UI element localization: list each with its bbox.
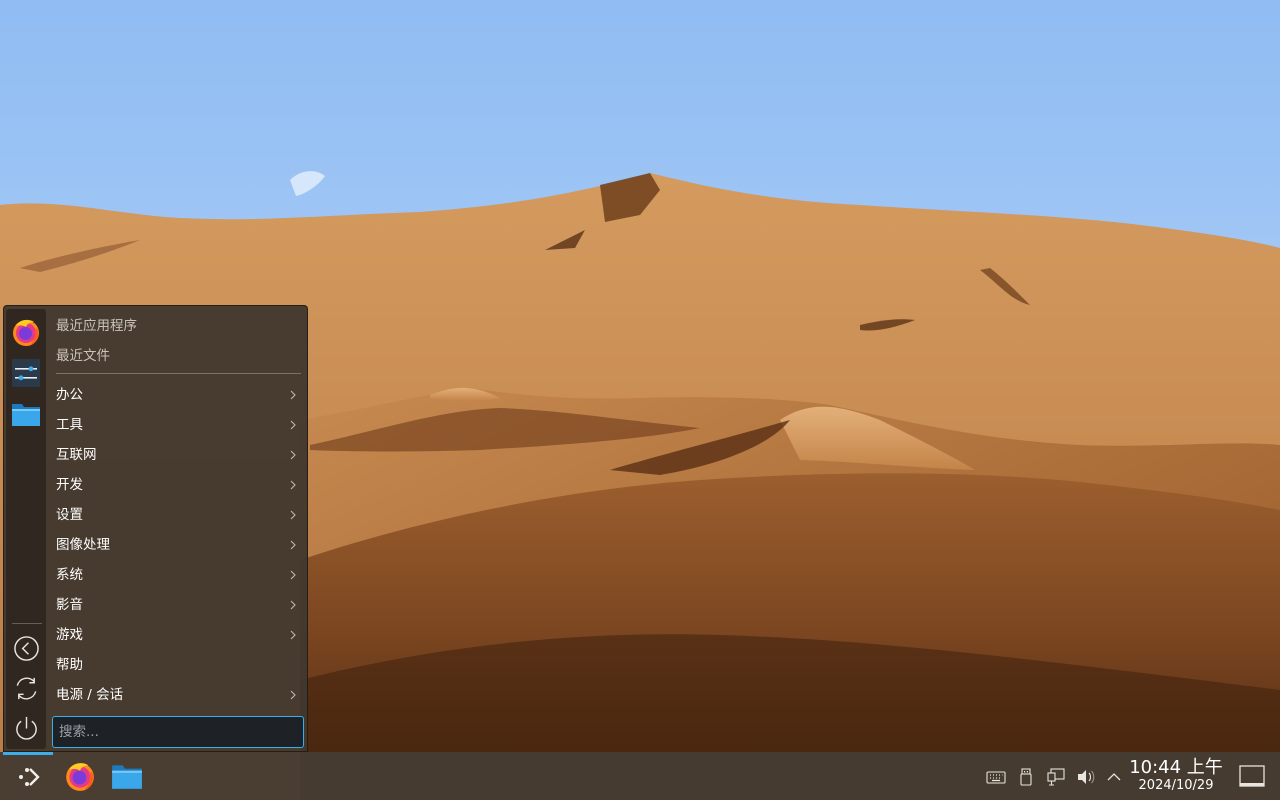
favorite-firefox[interactable] <box>10 316 42 348</box>
chevron-right-icon <box>289 530 297 550</box>
menu-category-label: 帮助 <box>56 657 83 673</box>
chevron-right-icon <box>289 590 297 610</box>
active-indicator <box>3 752 53 755</box>
menu-category-internet[interactable]: 互联网 <box>51 440 303 470</box>
chevron-right-icon <box>289 620 297 640</box>
menu-category-label: 办公 <box>56 387 83 403</box>
refresh-circle-icon <box>16 677 37 700</box>
menu-category-system[interactable]: 系统 <box>51 560 303 590</box>
tray-expand[interactable] <box>1104 767 1124 787</box>
clock-date: 2024/10/29 <box>1138 778 1214 793</box>
menu-recent-files[interactable]: 最近文件 <box>56 341 110 371</box>
show-desktop-button[interactable] <box>1238 764 1266 790</box>
menu-category-label: 开发 <box>56 477 83 493</box>
taskbar-panel: 10:44 上午 2024/10/29 <box>0 752 1280 800</box>
menu-category-label: 游戏 <box>56 627 83 643</box>
taskbar-file-manager[interactable] <box>109 758 145 794</box>
shutdown-button[interactable] <box>13 715 40 742</box>
firefox-icon <box>66 763 94 791</box>
speaker-icon <box>1078 770 1095 784</box>
menu-category-label: 互联网 <box>56 447 97 463</box>
chevron-right-icon <box>289 470 297 490</box>
application-launcher-button[interactable] <box>3 752 53 800</box>
menu-category-label: 电源 / 会话 <box>56 687 124 703</box>
firefox-icon <box>13 319 39 346</box>
menu-category-multimedia[interactable]: 影音 <box>51 590 303 620</box>
network-wired-icon <box>1047 768 1065 786</box>
favorites-separator <box>12 623 42 624</box>
menu-category-office[interactable]: 办公 <box>51 380 303 410</box>
folder-icon <box>12 404 40 426</box>
tray-input-method[interactable] <box>986 767 1006 787</box>
settings-sliders-icon <box>12 359 40 387</box>
folder-icon <box>112 765 142 789</box>
digital-clock[interactable]: 10:44 上午 2024/10/29 <box>1128 758 1224 796</box>
chevron-right-icon <box>289 410 297 430</box>
menu-separator <box>56 373 301 374</box>
tray-network[interactable] <box>1046 767 1066 787</box>
menu-category-power-session[interactable]: 电源 / 会话 <box>51 680 303 710</box>
search-input[interactable] <box>52 716 304 748</box>
favorite-file-manager[interactable] <box>10 398 42 430</box>
usb-icon <box>1020 768 1032 786</box>
menu-category-settings[interactable]: 设置 <box>51 500 303 530</box>
chevron-right-icon <box>289 440 297 460</box>
chevron-up-icon <box>1107 773 1121 781</box>
favorites-sidebar <box>6 309 46 749</box>
menu-category-label: 图像处理 <box>56 537 110 553</box>
application-launcher-menu: 最近应用程序 最近文件 办公 工具 互联网 开发 设置 图像处理 系统 影音 游… <box>3 305 308 752</box>
keyboard-icon <box>986 771 1006 784</box>
logout-button[interactable] <box>13 675 40 702</box>
menu-category-development[interactable]: 开发 <box>51 470 303 500</box>
menu-category-label: 影音 <box>56 597 83 613</box>
chevron-right-icon <box>289 380 297 400</box>
clock-time: 10:44 上午 <box>1129 757 1223 778</box>
menu-category-label: 工具 <box>56 417 83 433</box>
menu-category-label: 设置 <box>56 507 83 523</box>
menu-recent-applications[interactable]: 最近应用程序 <box>56 311 137 341</box>
chevron-right-icon <box>289 500 297 520</box>
menu-category-utilities[interactable]: 工具 <box>51 410 303 440</box>
chevron-right-icon <box>289 560 297 580</box>
chevron-right-icon <box>289 680 297 700</box>
tray-volume[interactable] <box>1076 767 1096 787</box>
power-icon <box>16 716 37 740</box>
menu-category-label: 系统 <box>56 567 83 583</box>
lock-screen-button[interactable] <box>13 635 40 662</box>
show-desktop-icon <box>1239 765 1265 787</box>
menu-category-graphics[interactable]: 图像处理 <box>51 530 303 560</box>
lock-circle-icon <box>14 636 39 661</box>
taskbar-firefox[interactable] <box>62 758 98 794</box>
tray-removable-devices[interactable] <box>1016 767 1036 787</box>
launcher-icon <box>19 768 40 786</box>
menu-category-help[interactable]: 帮助 <box>51 650 303 680</box>
favorite-system-settings[interactable] <box>10 357 42 389</box>
menu-category-games[interactable]: 游戏 <box>51 620 303 650</box>
